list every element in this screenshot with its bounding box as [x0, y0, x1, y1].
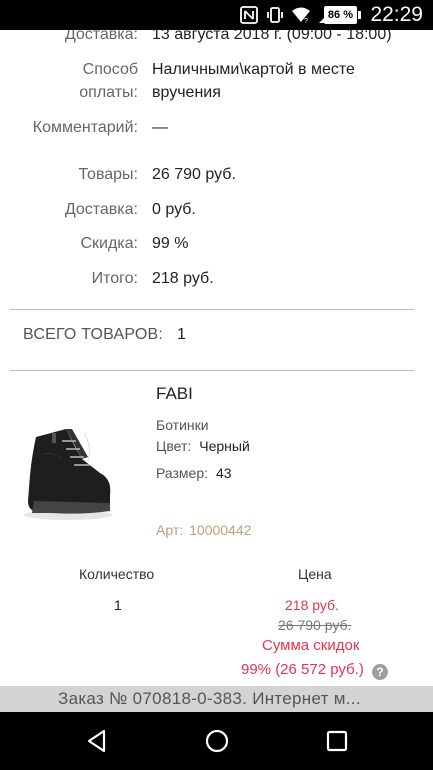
quantity-header: Количество: [79, 566, 155, 582]
wifi-icon: ?: [291, 5, 311, 25]
help-icon[interactable]: ?: [372, 664, 388, 680]
product-name[interactable]: FABI: [156, 384, 193, 404]
order-details-content[interactable]: Доставка: 13 августа 2018 г. (09:00 - 18…: [0, 30, 433, 686]
payment-label-line2: оплаты:: [79, 84, 138, 101]
order-title: Заказ № 070818-0-383. Интернет м...: [58, 689, 361, 708]
delivery-date-value: 13 августа 2018 г. (09:00 - 18:00): [152, 30, 392, 43]
discount-value: 99 %: [152, 235, 189, 252]
article-value: 10000442: [189, 522, 252, 538]
price-original: 26 790 руб.: [278, 617, 352, 633]
article-label: Арт:: [156, 522, 184, 538]
divider: [10, 370, 414, 371]
svg-text:?: ?: [304, 18, 308, 25]
product-type: Ботинки: [156, 417, 209, 433]
product-article: Арт: 10000442: [156, 522, 251, 538]
goods-sum-value: 26 790 руб.: [152, 166, 236, 183]
divider: [10, 309, 414, 310]
product-size: Размер: 43: [156, 465, 232, 481]
total-label: Итого:: [91, 270, 138, 287]
back-button[interactable]: [84, 728, 110, 754]
color-value: Черный: [199, 438, 250, 454]
battery-indicator: 86 %: [323, 6, 361, 24]
payment-value-line1: Наличными\картой в месте: [152, 61, 355, 78]
size-value: 43: [216, 465, 232, 481]
back-icon: [87, 729, 106, 753]
navigation-bar: [0, 712, 433, 770]
size-label: Размер:: [156, 465, 209, 481]
product-color: Цвет: Черный: [156, 438, 250, 454]
goods-sum-label: Товары:: [78, 166, 138, 183]
delivery-date-label: Доставка:: [64, 30, 138, 43]
delivery-cost-label: Доставка:: [64, 201, 138, 218]
color-label: Цвет:: [156, 438, 192, 454]
home-button[interactable]: [204, 728, 230, 754]
quantity-value: 1: [114, 597, 122, 613]
payment-value-line2: вручения: [152, 84, 221, 101]
discount-sum-value: 99% (26 572 руб.): [241, 661, 364, 678]
discount-label: Скидка:: [80, 235, 138, 252]
items-total-label: ВСЕГО ТОВАРОВ:: [23, 326, 164, 343]
comment-value: —: [152, 119, 168, 136]
total-value: 218 руб.: [152, 270, 214, 287]
price-header: Цена: [298, 566, 332, 582]
home-icon: [205, 729, 229, 753]
vibrate-icon: [265, 5, 285, 25]
items-total: ВСЕГО ТОВАРОВ: 1: [23, 326, 186, 344]
nfc-icon: [239, 5, 259, 25]
recents-icon: [326, 730, 348, 752]
comment-label: Комментарий:: [32, 119, 138, 136]
recents-button[interactable]: [324, 728, 350, 754]
status-icons: ?: [239, 5, 337, 25]
product-image[interactable]: [22, 415, 114, 525]
discount-sum-label: Сумма скидок: [262, 637, 360, 654]
order-title-bar: Заказ № 070818-0-383. Интернет м...: [0, 686, 433, 712]
status-bar: ? 86 % 22:29: [0, 0, 433, 30]
price-current: 218 руб.: [285, 597, 339, 613]
battery-level: 86 %: [327, 9, 353, 21]
items-total-count: 1: [177, 326, 187, 343]
clock: 22:29: [370, 3, 423, 26]
delivery-cost-value: 0 руб.: [152, 201, 196, 218]
payment-label-line1: Способ: [82, 61, 138, 78]
